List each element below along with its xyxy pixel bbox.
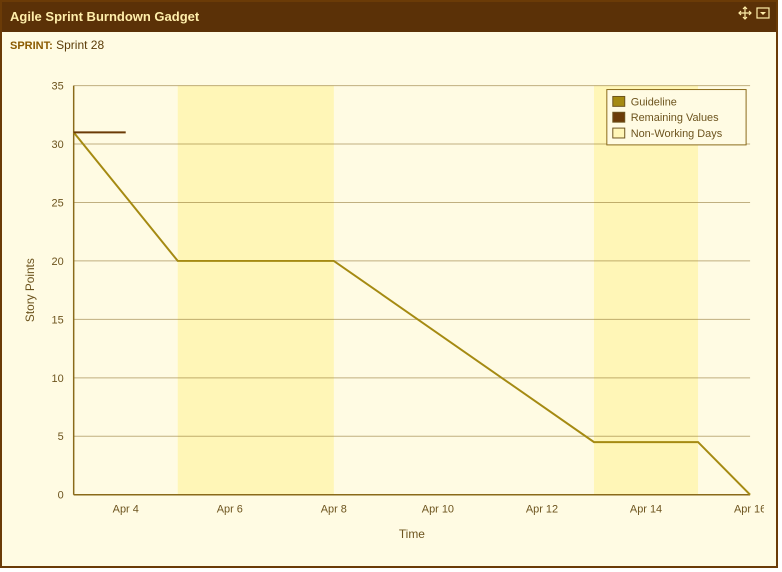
legend-label: Non-Working Days bbox=[631, 128, 723, 140]
y-tick-label: 10 bbox=[52, 373, 64, 385]
non-working-band bbox=[178, 86, 334, 495]
gadget-header: Agile Sprint Burndown Gadget bbox=[2, 2, 776, 32]
move-icon[interactable] bbox=[738, 6, 752, 20]
burndown-chart: 0 5 10 15 20 25 30 35 Apr 4 Apr 6 Apr 8 Apr 10 Apr 1… bbox=[14, 52, 764, 554]
x-tick-label: Apr 16 bbox=[734, 504, 764, 516]
y-axis-title: Story Points bbox=[23, 258, 37, 322]
legend-swatch bbox=[613, 128, 625, 138]
y-tick-label: 20 bbox=[52, 256, 64, 268]
x-tick-label: Apr 4 bbox=[113, 504, 139, 516]
gadget-controls bbox=[738, 6, 770, 20]
sprint-label: SPRINT: bbox=[10, 40, 53, 52]
y-tick-label: 30 bbox=[52, 139, 64, 151]
gadget-container: Agile Sprint Burndown Gadget SPRINT: Spr… bbox=[0, 0, 778, 568]
x-tick-label: Apr 12 bbox=[526, 504, 558, 516]
sprint-name: Sprint 28 bbox=[56, 38, 104, 52]
y-tick-label: 35 bbox=[52, 81, 64, 93]
x-tick-label: Apr 6 bbox=[217, 504, 243, 516]
x-tick-label: Apr 10 bbox=[422, 504, 454, 516]
legend-swatch bbox=[613, 112, 625, 122]
y-tick-label: 25 bbox=[52, 197, 64, 209]
x-axis-title: Time bbox=[399, 527, 425, 541]
y-tick-label: 15 bbox=[52, 314, 64, 326]
sprint-line: SPRINT: Sprint 28 bbox=[2, 32, 776, 52]
x-tick-label: Apr 8 bbox=[321, 504, 347, 516]
gadget-title: Agile Sprint Burndown Gadget bbox=[10, 9, 199, 24]
x-tick-label: Apr 14 bbox=[630, 504, 662, 516]
y-tick-label: 5 bbox=[58, 431, 64, 443]
legend-swatch bbox=[613, 96, 625, 106]
legend-label: Remaining Values bbox=[631, 112, 719, 124]
menu-dropdown-icon[interactable] bbox=[756, 6, 770, 20]
y-tick-label: 0 bbox=[58, 490, 64, 502]
non-working-band bbox=[594, 86, 698, 495]
legend-label: Guideline bbox=[631, 96, 677, 108]
